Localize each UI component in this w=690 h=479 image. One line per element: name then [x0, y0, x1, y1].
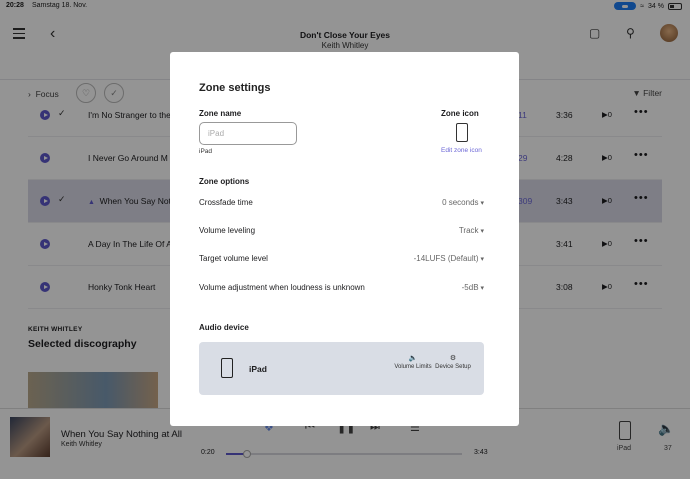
- ipad-icon[interactable]: [456, 123, 468, 142]
- volume-limits-button[interactable]: 🔈 Volume Limits: [393, 354, 433, 372]
- device-setup-label: Device Setup: [435, 364, 471, 371]
- volume-adjust-dropdown[interactable]: -5dB: [462, 283, 484, 292]
- gear-icon: ⚙: [449, 355, 457, 362]
- crossfade-dropdown[interactable]: 0 seconds: [442, 198, 484, 207]
- target-volume-dropdown[interactable]: -14LUFS (Default): [414, 254, 484, 263]
- zone-name-input[interactable]: [199, 122, 297, 145]
- dialog-title: Zone settings: [199, 82, 271, 94]
- speaker-icon: 🔈: [408, 355, 418, 362]
- option-label: Crossfade time: [199, 198, 253, 207]
- zone-name-hint: iPad: [199, 148, 213, 155]
- zone-name-label: Zone name: [199, 109, 242, 118]
- zone-icon-label: Zone icon: [441, 109, 479, 118]
- option-label: Target volume level: [199, 254, 268, 263]
- audio-device-card: iPad 🔈 Volume Limits ⚙ Device Setup: [199, 342, 484, 395]
- device-name: iPad: [249, 364, 267, 374]
- zone-settings-dialog: Zone settings Zone name iPad Zone icon E…: [170, 52, 519, 426]
- audio-device-label: Audio device: [199, 323, 249, 332]
- option-label: Volume adjustment when loudness is unkno…: [199, 283, 365, 292]
- zone-options-label: Zone options: [199, 177, 250, 186]
- ipad-device-icon: [221, 358, 233, 378]
- volume-leveling-dropdown[interactable]: Track: [459, 226, 484, 235]
- volume-limits-label: Volume Limits: [394, 364, 432, 371]
- device-setup-button[interactable]: ⚙ Device Setup: [433, 354, 473, 372]
- option-label: Volume leveling: [199, 226, 256, 235]
- edit-zone-icon-link[interactable]: Edit zone icon: [441, 147, 482, 154]
